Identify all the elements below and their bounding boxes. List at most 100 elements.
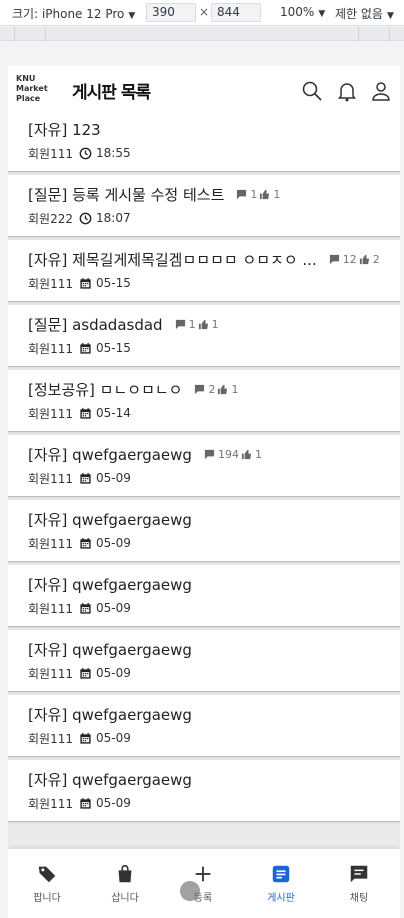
search-icon[interactable] xyxy=(300,79,324,103)
width-input[interactable]: 390 xyxy=(146,3,196,22)
post-title: [자유] 123 xyxy=(28,120,101,139)
logo-line: KNU xyxy=(16,74,36,83)
bell-icon[interactable] xyxy=(335,79,359,103)
nav-register[interactable]: 등록 xyxy=(164,863,242,904)
post-list-item[interactable]: [자유] qwefgaergaewg 회원111 05-09 xyxy=(8,695,400,757)
device-label: 크기: iPhone 12 Pro xyxy=(12,7,125,21)
post-time: 18:55 xyxy=(96,146,131,160)
calendar-icon xyxy=(80,732,91,744)
calendar-icon xyxy=(80,602,91,614)
calendar-icon xyxy=(80,667,91,679)
nav-label: 삽니다 xyxy=(111,893,139,904)
post-list-item[interactable]: [질문] asdadasdad 1 1 회원111 05-15 xyxy=(8,305,400,367)
post-title: [자유] qwefgaergaewg xyxy=(28,445,192,464)
post-title: [자유] qwefgaergaewg xyxy=(28,705,192,724)
like-count: 1 xyxy=(211,317,219,331)
board-icon xyxy=(272,865,290,883)
logo-line: Place xyxy=(16,94,41,103)
nav-board[interactable]: 게시판 xyxy=(242,863,320,904)
page-title: 게시판 목록 xyxy=(72,83,151,103)
post-list-item[interactable]: [자유] qwefgaergaewg 회원111 05-09 xyxy=(8,565,400,627)
post-author: 회원222 xyxy=(28,211,73,226)
comment-icon xyxy=(175,319,185,329)
post-author: 회원111 xyxy=(28,406,73,421)
post-time: 18:07 xyxy=(96,211,131,225)
post-author: 회원111 xyxy=(28,471,73,486)
clock-icon xyxy=(79,147,92,159)
nav-sell[interactable]: 팝니다 xyxy=(8,863,86,904)
post-time: 05-09 xyxy=(96,601,131,615)
chevron-down-icon: ▼ xyxy=(128,11,136,21)
calendar-icon xyxy=(80,277,91,289)
chevron-down-icon: ▼ xyxy=(386,11,394,21)
post-author: 회원111 xyxy=(28,146,73,161)
post-time: 05-14 xyxy=(96,406,131,420)
post-title: [자유] qwefgaergaewg xyxy=(28,640,192,659)
comment-count: 2 xyxy=(208,382,216,396)
user-icon[interactable] xyxy=(369,79,393,103)
app-logo[interactable]: KNU Market Place xyxy=(16,74,62,108)
comment-icon xyxy=(204,449,215,459)
comment-count: 1 xyxy=(188,317,196,331)
post-time: 05-09 xyxy=(96,536,131,550)
post-list-item[interactable]: [자유] 제목길게제목길겜ㅁㅁㅁㅁ ㅇㅁㅈㅇ ... 12 2 회원111 05-15 xyxy=(8,240,400,302)
post-author: 회원111 xyxy=(28,276,73,291)
post-counts: 194 1 xyxy=(202,448,262,461)
post-title: [정보공유] ㅁㄴㅇㅁㄴㅇ xyxy=(28,380,183,399)
post-list-item[interactable]: [자유] qwefgaergaewg 194 1 회원111 05-09 xyxy=(8,435,400,497)
post-title: [자유] 제목길게제목길겜ㅁㅁㅁㅁ ㅇㅁㅈㅇ ... xyxy=(28,250,317,269)
post-author: 회원111 xyxy=(28,341,73,356)
post-list-item[interactable]: [자유] qwefgaergaewg 회원111 05-09 xyxy=(8,630,400,692)
height-input[interactable]: 844 xyxy=(211,3,261,22)
like-count: 1 xyxy=(231,382,239,396)
tag-icon xyxy=(38,866,56,883)
device-select[interactable]: 크기: iPhone 12 Pro ▼ xyxy=(12,5,135,22)
post-list-item[interactable]: [자유] qwefgaergaewg 회원111 05-09 xyxy=(8,500,400,562)
calendar-icon xyxy=(80,342,91,354)
zoom-select[interactable]: 100% ▼ xyxy=(280,5,325,19)
clock-icon xyxy=(79,212,92,224)
post-counts: 12 2 xyxy=(327,253,380,266)
nav-chat[interactable]: 채팅 xyxy=(320,863,398,904)
post-list-item[interactable]: [자유] qwefgaergaewg 회원111 05-09 xyxy=(8,760,400,822)
comment-icon xyxy=(237,189,247,199)
thumbs-up-icon xyxy=(260,189,270,199)
like-count: 1 xyxy=(254,447,262,461)
post-counts: 21 xyxy=(192,383,238,396)
post-time: 05-09 xyxy=(96,796,131,810)
comment-icon xyxy=(195,384,205,394)
throttle-select[interactable]: 제한 없음 ▼ xyxy=(335,5,394,22)
post-list-item[interactable]: [자유] 123 회원111 18:55 xyxy=(8,110,400,172)
app-header: KNU Market Place 게시판 목록 xyxy=(8,66,400,116)
thumbs-up-icon xyxy=(198,319,208,329)
chat-icon xyxy=(350,865,368,883)
calendar-icon xyxy=(80,472,91,484)
thumbs-up-icon xyxy=(359,254,369,264)
post-time: 05-09 xyxy=(96,731,131,745)
nav-buy[interactable]: 삽니다 xyxy=(86,863,164,904)
post-time: 05-09 xyxy=(96,666,131,680)
bottom-navigation: 팝니다 삽니다 등록 게시판 채팅 xyxy=(8,848,400,918)
media-query-ruler[interactable] xyxy=(0,27,404,41)
mobile-viewport: KNU Market Place 게시판 목록 [자유] 123 회원111 18:… xyxy=(8,66,400,918)
like-count: 1 xyxy=(273,187,281,201)
zoom-label: 100% xyxy=(280,5,315,19)
post-author: 회원111 xyxy=(28,731,73,746)
calendar-icon xyxy=(80,407,91,419)
thumbs-up-icon xyxy=(241,449,252,459)
nav-label: 팝니다 xyxy=(33,893,61,904)
post-time: 05-15 xyxy=(96,276,131,290)
calendar-icon xyxy=(80,797,91,809)
post-author: 회원111 xyxy=(28,796,73,811)
post-title: [질문] 등록 게시물 수정 테스트 xyxy=(28,185,225,204)
post-time: 05-15 xyxy=(96,341,131,355)
post-title: [자유] qwefgaergaewg xyxy=(28,575,192,594)
post-title: [자유] qwefgaergaewg xyxy=(28,510,192,529)
post-list-item[interactable]: [정보공유] ㅁㄴㅇㅁㄴㅇ 2 1 회원111 05-14 xyxy=(8,370,400,432)
shopping-bag-icon xyxy=(118,864,132,883)
comment-count: 194 xyxy=(217,447,239,461)
post-title: [질문] asdadasdad xyxy=(28,315,163,334)
logo-line: Market xyxy=(16,84,48,93)
touch-indicator xyxy=(180,881,200,901)
post-list-item[interactable]: [질문] 등록 게시물 수정 테스트 1 1 회원222 18:07 xyxy=(8,175,400,237)
